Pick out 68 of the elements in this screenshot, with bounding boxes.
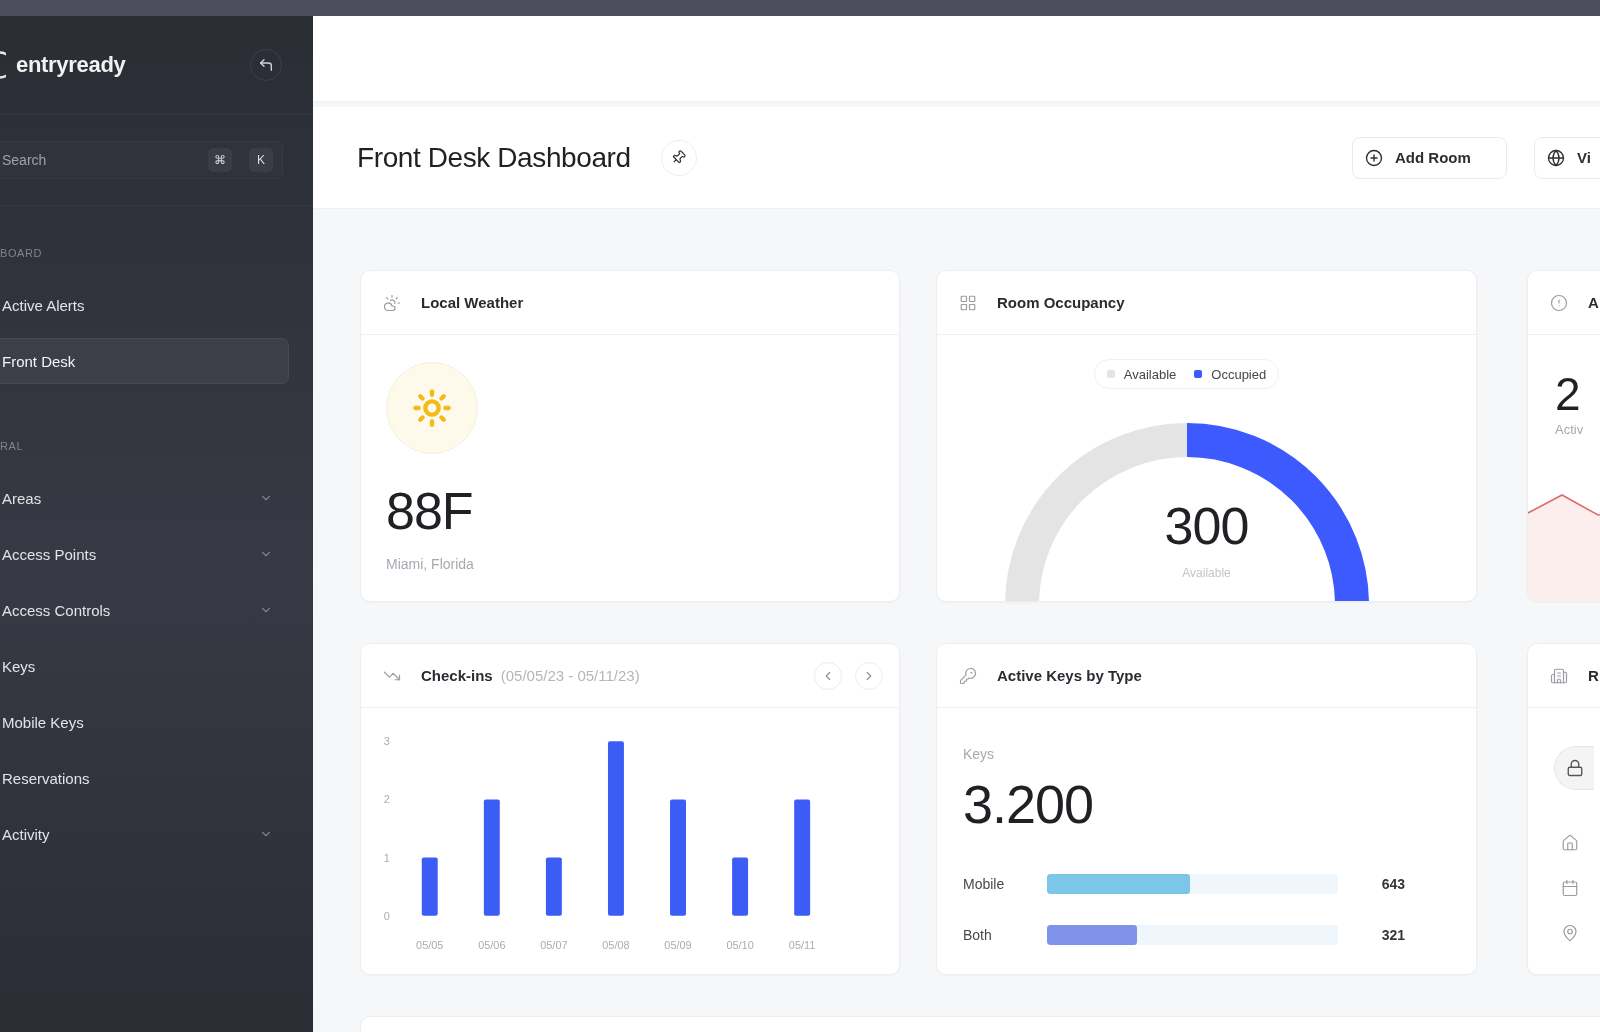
row-label: Both [963,927,993,943]
keys-total: 3.200 [963,773,1095,835]
legend-label: Available [1123,366,1177,382]
bar [421,857,438,916]
axis-label: 2 [383,793,390,806]
stat-value: 2 [1555,368,1581,421]
house-icon [1561,834,1579,852]
bar [545,857,562,916]
row-label: Mobile [963,876,1006,892]
row-value: 321 [1380,927,1405,943]
nav-item[interactable]: Reservations [0,755,289,801]
cloud-sun-icon [383,293,401,312]
corner-arrow-icon [258,57,274,73]
keyboard-key: K [249,148,273,172]
stat-label: Keys [963,745,996,763]
axis-label: 05/06 [478,938,506,951]
card-title: Check-ins [421,667,493,684]
building-icon [1550,666,1568,685]
card-title: Room Occupancy [997,294,1125,311]
card-title: Local Weather [421,294,524,311]
legend-label: Occupied [1211,366,1267,382]
pin-button[interactable] [660,139,697,176]
location: Miami, Florida [386,555,474,573]
axis-label: 05/05 [416,938,444,951]
axis-label: 05/08 [602,938,630,951]
gauge-value: 300 [1164,496,1249,556]
calendar-icon [1561,879,1579,897]
card-title: A [1588,294,1599,311]
nav-item[interactable]: Front Desk [0,338,289,384]
axis-label: 05/07 [540,938,568,951]
axis-label: 0 [383,909,390,922]
temperature: 88F [386,481,473,541]
gauge-caption: Available [1182,565,1231,581]
section-label: BOARD [0,246,44,260]
keyboard-key: ⌘ [208,148,232,172]
card-title: R [1588,667,1599,684]
plus-circle-icon [1365,148,1383,167]
header-button[interactable]: Add Room [1352,136,1507,179]
nav-item[interactable]: Active Alerts [0,282,289,328]
nav-item[interactable]: Mobile Keys [0,699,289,745]
nav-item[interactable]: Access Points [0,531,289,577]
logo-icon [0,51,6,79]
nav-item[interactable]: Access Controls [0,587,289,633]
search-input[interactable]: Search [2,142,208,178]
axis-label: 05/10 [726,938,754,951]
nav-item[interactable]: Areas [0,475,289,521]
axis-label: 1 [383,851,390,864]
axis-label: 05/11 [788,938,816,951]
nav-item[interactable]: Activity [0,811,289,857]
card-title: Active Keys by Type [997,667,1142,684]
key-icon [959,666,977,685]
section-label: RAL [0,439,25,453]
search-field[interactable]: Search ⌘ K [0,141,283,179]
globe-icon [1547,148,1565,167]
lock-icon [1554,746,1594,790]
axis-label: 05/09 [664,938,692,951]
header-button[interactable]: Vi [1534,136,1600,179]
nav-item[interactable]: Keys [0,643,289,689]
date-range: (05/05/23 - 05/11/23) [500,667,640,684]
map-pin-icon [1561,924,1579,942]
row-value: 643 [1380,876,1405,892]
page-title: Front Desk Dashboard [357,141,631,174]
bar [732,857,749,916]
brand-name: entryready [16,52,126,78]
axis-label: 3 [383,735,390,748]
grid-icon [959,293,977,312]
alert-circle-icon [1550,293,1568,312]
stat-caption: Activ [1555,421,1585,439]
